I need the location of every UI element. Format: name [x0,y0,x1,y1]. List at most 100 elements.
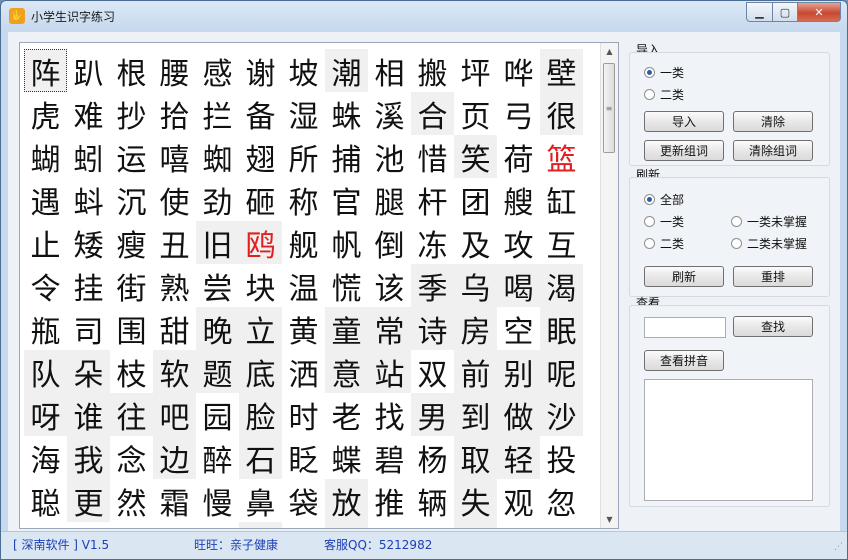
character-cell[interactable]: 朵 [67,350,110,393]
character-cell[interactable]: 醉 [196,436,239,479]
character-cell[interactable]: 更 [67,479,110,522]
character-cell[interactable]: 搬 [411,49,454,92]
character-cell[interactable]: 砸 [239,178,282,221]
character-cell[interactable]: 石 [239,436,282,479]
character-cell[interactable]: 房 [454,307,497,350]
character-cell[interactable]: 池 [368,135,411,178]
character-cell[interactable]: 船 [454,522,497,528]
character-cell[interactable]: 边 [153,436,196,479]
character-cell[interactable]: 拾 [153,92,196,135]
character-cell[interactable]: 旧 [196,221,239,264]
character-cell[interactable]: 团 [454,178,497,221]
vertical-scrollbar[interactable]: ▲ ≡ ▼ [600,43,618,528]
character-cell[interactable]: 放 [325,479,368,522]
character-cell[interactable]: 笑 [454,135,497,178]
character-cell[interactable]: 街 [110,264,153,307]
character-cell[interactable]: 颗 [497,522,540,528]
character-cell[interactable]: 块 [239,264,282,307]
character-cell[interactable]: 谢 [239,49,282,92]
character-cell[interactable]: 蛛 [325,92,368,135]
character-cell[interactable]: 遇 [24,178,67,221]
character-cell[interactable]: 老 [325,393,368,436]
character-cell[interactable]: 时 [282,393,325,436]
character-cell[interactable]: 劲 [196,178,239,221]
character-cell[interactable]: 眨 [282,436,325,479]
character-cell[interactable]: 壁 [540,49,583,92]
character-cell[interactable]: 杨 [411,436,454,479]
character-cell[interactable]: 沉 [110,178,153,221]
scroll-thumb[interactable]: ≡ [603,63,615,153]
refresh-radio-class2-unmastered[interactable]: 二类未掌握 [731,235,807,252]
character-cell[interactable]: 称 [282,178,325,221]
character-cell[interactable]: 所 [282,135,325,178]
character-cell[interactable]: 运 [110,135,153,178]
character-cell[interactable]: 窗 [325,522,368,528]
character-cell[interactable]: 湿 [282,92,325,135]
character-cell[interactable]: 底 [239,350,282,393]
character-cell[interactable]: 舰 [282,221,325,264]
character-cell[interactable]: 很 [540,92,583,135]
character-cell[interactable]: 忽 [540,479,583,522]
maximize-button[interactable]: ▢ [773,2,798,22]
character-cell[interactable]: 秋 [110,522,153,528]
character-cell[interactable]: 诗 [411,307,454,350]
import-radio-class2[interactable]: 二类 [644,86,684,103]
character-cell[interactable]: 意 [325,350,368,393]
view-pinyin-button[interactable]: 查看拼音 [644,350,724,371]
character-cell[interactable]: 倒 [368,221,411,264]
character-cell[interactable]: 哗 [497,49,540,92]
character-cell[interactable]: 往 [110,393,153,436]
update-group-button[interactable]: 更新组词 [644,140,724,161]
character-cell[interactable]: 别 [497,350,540,393]
character-cell[interactable]: 围 [110,307,153,350]
character-cell[interactable]: 难 [67,92,110,135]
character-cell[interactable]: 站 [368,350,411,393]
character-cell[interactable]: 抄 [110,92,153,135]
character-cell[interactable]: 慌 [325,264,368,307]
close-button[interactable]: ✕ [798,2,841,22]
character-cell[interactable]: 男 [411,393,454,436]
search-input[interactable] [644,317,726,338]
clear-button[interactable]: 清除 [733,111,813,132]
character-cell[interactable]: 失 [454,479,497,522]
character-cell[interactable]: 乌 [454,264,497,307]
clear-group-button[interactable]: 清除组词 [733,140,813,161]
character-cell[interactable]: 蝶 [325,436,368,479]
character-cell[interactable]: 尝 [196,264,239,307]
character-cell[interactable]: 游 [411,522,454,528]
character-cell[interactable]: 蚪 [67,178,110,221]
character-cell[interactable]: 软 [153,350,196,393]
character-cell[interactable]: 根 [110,49,153,92]
character-cell[interactable]: 矮 [67,221,110,264]
character-cell[interactable]: 瓶 [24,307,67,350]
scroll-down-arrow-icon[interactable]: ▼ [601,511,618,528]
refresh-radio-class1-unmastered[interactable]: 一类未掌握 [731,213,807,230]
character-cell[interactable]: 互 [540,221,583,264]
character-cell[interactable]: 观 [497,479,540,522]
character-cell[interactable]: 晚 [196,307,239,350]
minimize-button[interactable]: ▁ [746,2,773,22]
reorder-button[interactable]: 重排 [733,266,813,287]
character-cell[interactable]: 植 [239,522,282,528]
character-cell[interactable]: 海 [24,436,67,479]
character-cell[interactable]: 双 [411,350,454,393]
character-cell[interactable]: 页 [454,92,497,135]
character-cell[interactable]: 趴 [67,49,110,92]
character-cell[interactable]: 嘻 [153,135,196,178]
character-cell[interactable]: 蜘 [196,135,239,178]
resize-grip-icon[interactable]: ⋰ [834,542,843,552]
import-radio-class1[interactable]: 一类 [644,64,684,81]
character-cell[interactable]: 篮 [540,135,583,178]
character-cell[interactable]: 坡 [282,49,325,92]
character-cell[interactable]: 弓 [497,92,540,135]
character-cell[interactable]: 轻 [497,436,540,479]
character-cell[interactable]: 做 [497,393,540,436]
character-cell[interactable]: 使 [153,178,196,221]
character-cell[interactable]: 季 [411,264,454,307]
character-cell[interactable]: 黄 [282,307,325,350]
character-cell[interactable]: 前 [454,350,497,393]
refresh-radio-class2[interactable]: 二类 [644,235,684,252]
character-cell[interactable]: 缸 [540,178,583,221]
character-cell[interactable]: 跟 [282,522,325,528]
character-cell[interactable]: 腿 [368,178,411,221]
